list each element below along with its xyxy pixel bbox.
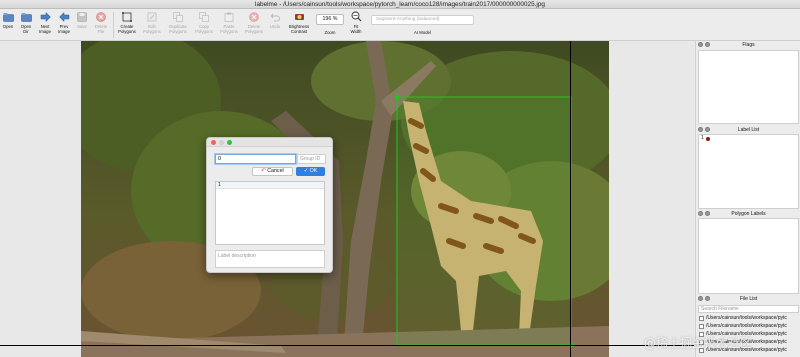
watermark: @稀土掘金技术社区 [644, 336, 753, 350]
label-input[interactable]: 0 [215, 154, 296, 164]
copy-icon [173, 11, 184, 22]
toolbar: Open Open Dir Next Image Prev Image Save [0, 9, 800, 41]
list-item[interactable]: 1 [216, 182, 324, 189]
checkbox[interactable] [699, 315, 704, 321]
label-color-icon [705, 136, 710, 141]
prev-image-button[interactable]: Prev Image [56, 11, 72, 41]
undo-button[interactable]: Undo [267, 11, 283, 41]
close-dock-icon[interactable] [698, 296, 703, 301]
undo-icon [270, 11, 281, 22]
canvas-area[interactable]: 0 Group ID ↶ Cancel ✓ OK 1 Label descrip… [0, 41, 694, 357]
float-dock-icon[interactable] [705, 42, 710, 47]
group-id-input[interactable]: Group ID [297, 154, 326, 164]
search-filename-input[interactable]: Search Filename [698, 305, 799, 313]
zoom-input[interactable]: 196 % [316, 14, 344, 25]
label-dialog: 0 Group ID ↶ Cancel ✓ OK 1 Label descrip… [206, 137, 333, 273]
list-item[interactable]: 1 [699, 135, 798, 142]
label-list-title: Label List [696, 126, 800, 134]
open-dir-button[interactable]: Open Dir [18, 11, 34, 41]
cancel-icon [249, 11, 260, 22]
paste-polygons-button[interactable]: Paste Polygons [218, 11, 240, 41]
duplicate-polygons-button[interactable]: Duplicate Polygons [166, 11, 190, 41]
dialog-title-bar [207, 138, 332, 147]
dialog-label-list[interactable]: 1 [215, 181, 325, 245]
crosshair-horizontal [0, 345, 694, 346]
float-dock-icon[interactable] [705, 296, 710, 301]
close-window-icon[interactable] [211, 140, 216, 145]
folder-icon [2, 11, 14, 22]
list-item[interactable]: /Users/cainsun/tools/workspace/pytc [698, 314, 799, 322]
arrow-right-icon [40, 11, 51, 22]
delete-file-button[interactable]: Delete File [92, 11, 110, 41]
close-dock-icon[interactable] [698, 127, 703, 132]
toolbar-separator [113, 12, 114, 38]
list-item[interactable]: /Users/cainsun/tools/workspace/pytc [698, 322, 799, 330]
polygon-icon [122, 11, 133, 22]
label-description-field[interactable]: Label description [215, 250, 325, 268]
copy-icon [199, 11, 210, 22]
zoom-label: Zoom [324, 30, 336, 35]
ok-button[interactable]: ✓ OK [296, 167, 325, 176]
float-dock-icon[interactable] [705, 211, 710, 216]
save-button[interactable]: Save [75, 11, 89, 41]
paste-icon [224, 11, 235, 22]
file-list-title: File List [696, 295, 800, 303]
cancel-icon: ↶ [261, 168, 266, 174]
title-bar: labelme - /Users/cainsun/tools/workspace… [0, 0, 800, 9]
checkbox[interactable] [699, 323, 704, 329]
image-canvas[interactable] [81, 41, 609, 357]
ok-button-label: OK [309, 168, 318, 174]
folder-icon [20, 11, 32, 22]
delete-icon [96, 11, 107, 22]
window-title: labelme - /Users/cainsun/tools/workspace… [255, 1, 545, 8]
label-list[interactable]: 1 [698, 134, 799, 209]
edit-icon [147, 11, 158, 22]
crosshair-vertical [570, 41, 571, 357]
next-image-button[interactable]: Next Image [37, 11, 53, 41]
flags-list[interactable] [698, 50, 799, 124]
create-polygons-button[interactable]: Create Polygons [116, 11, 138, 41]
fit-width-button[interactable]: Fit Width [347, 11, 365, 41]
delete-polygons-button[interactable]: Delete Polygons [243, 11, 265, 41]
arrow-left-icon [58, 11, 70, 22]
copy-polygons-button[interactable]: Copy Polygons [193, 11, 215, 41]
close-dock-icon[interactable] [698, 211, 703, 216]
close-dock-icon[interactable] [698, 42, 703, 47]
check-icon: ✓ [303, 168, 309, 174]
float-dock-icon[interactable] [705, 127, 710, 132]
cancel-button[interactable]: ↶ Cancel [252, 167, 293, 176]
brightness-contrast-button[interactable]: Brightness Contrast [286, 11, 312, 41]
ai-model-label: AI Model [414, 30, 431, 35]
open-button[interactable]: Open [1, 11, 15, 41]
cancel-button-label: Cancel [267, 168, 284, 174]
labelme-window: labelme - /Users/cainsun/tools/workspace… [0, 0, 800, 357]
maximize-window-icon[interactable] [227, 140, 232, 145]
fit-width-icon [351, 11, 362, 22]
polygon-labels-list[interactable] [698, 218, 799, 294]
save-icon [77, 11, 88, 22]
brightness-icon [294, 11, 305, 22]
polygon-labels-title: Polygon Labels [696, 210, 800, 218]
edit-polygons-button[interactable]: Edit Polygons [141, 11, 163, 41]
ai-model-select[interactable]: Segment-Anything (balanced) [371, 15, 474, 25]
right-panel: Flags Label List 1 Polygon Labels File L… [695, 41, 800, 357]
flags-title: Flags [696, 41, 800, 49]
minimize-window-icon[interactable] [219, 140, 224, 145]
